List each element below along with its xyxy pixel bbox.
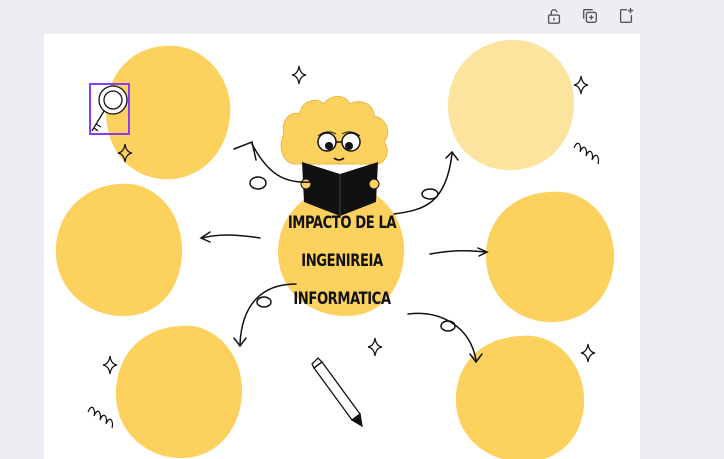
add-page-button[interactable] xyxy=(614,4,638,28)
sparkle-icon xyxy=(291,65,307,85)
bubble-top-right[interactable] xyxy=(448,39,575,171)
bubble-bottom-left[interactable] xyxy=(115,325,243,459)
arrow-left xyxy=(201,234,261,239)
bubble-mid-right[interactable] xyxy=(486,191,615,323)
squiggle-bottom-left xyxy=(87,406,114,429)
squiggle-top-right xyxy=(573,142,600,165)
title-line: IMPACTO DE LA xyxy=(287,213,397,233)
arrow-bottom-left-loop xyxy=(256,296,272,308)
arrow-top-left-loop xyxy=(249,176,267,190)
pencil-icon[interactable] xyxy=(311,357,363,428)
duplicate-page-button[interactable] xyxy=(578,4,602,28)
arrow-right xyxy=(429,249,487,255)
bubble-mid-left[interactable] xyxy=(55,183,183,317)
arrow-top-right-loop xyxy=(421,188,439,200)
sparkle-icon xyxy=(580,343,596,363)
arrow-top-left-head xyxy=(233,140,257,161)
sparkle-icon xyxy=(573,75,589,95)
design-page[interactable]: IMPACTO DE LA INGENIREIA INFORMATICA xyxy=(44,34,640,459)
arrow-bottom-right xyxy=(407,312,477,361)
arrow-bottom-right-loop xyxy=(440,320,456,332)
reading-character-illustration[interactable] xyxy=(280,96,389,217)
page-toolbar xyxy=(542,4,638,28)
add-page-icon xyxy=(619,7,634,23)
sparkle-icon xyxy=(102,355,118,375)
unlock-button[interactable] xyxy=(542,4,566,28)
central-title[interactable]: IMPACTO DE LA INGENIREIA INFORMATICA xyxy=(285,204,399,318)
title-line: INGENIREIA xyxy=(301,251,383,271)
title-line: INFORMATICA xyxy=(293,289,391,309)
sparkle-icon xyxy=(367,337,383,357)
unlock-icon xyxy=(547,9,561,24)
selection-box[interactable] xyxy=(89,83,130,135)
arrow-top-right xyxy=(393,153,453,215)
duplicate-page-icon xyxy=(583,9,597,23)
